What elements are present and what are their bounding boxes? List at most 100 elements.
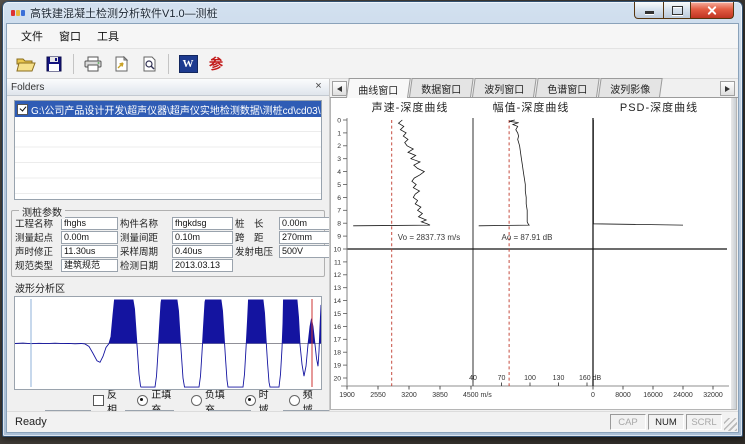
param-field[interactable]: 建筑规范 (61, 259, 118, 272)
indicator-scrl: SCRL (686, 414, 722, 430)
param-label: 测量起点 (15, 230, 59, 244)
print-preview-button[interactable] (136, 51, 162, 77)
folders-panel: Folders × G:\公司产品设计开发\超声仪器\超声仪实地检测数据\测桩c… (7, 79, 330, 411)
depth-curves-chart: 01234567891011121314151617181920声速-深度曲线1… (331, 98, 737, 410)
param-field[interactable]: 11.30us (61, 245, 118, 258)
minimize-icon (645, 11, 654, 14)
svg-text:15: 15 (333, 311, 341, 318)
word-icon: W (179, 55, 198, 73)
close-button[interactable] (690, 2, 734, 19)
param-field[interactable]: 0.00m (279, 217, 330, 230)
svg-text:16000: 16000 (643, 392, 663, 399)
checkbox-icon[interactable] (17, 104, 28, 115)
menu-item-2[interactable]: 工具 (89, 25, 127, 47)
svg-text:10: 10 (333, 246, 341, 253)
toolbar: W 参 (7, 49, 738, 79)
indicator-cap: CAP (610, 414, 646, 430)
printer-icon (84, 56, 102, 72)
svg-text:3: 3 (337, 156, 341, 163)
param-field[interactable]: fhghs (61, 217, 118, 230)
svg-text:Vo = 2837.73 m/s: Vo = 2837.73 m/s (398, 233, 461, 242)
svg-text:0: 0 (337, 117, 341, 124)
svg-text:Ao = 87.91 dB: Ao = 87.91 dB (502, 233, 553, 242)
resize-grip[interactable] (724, 418, 737, 431)
invert-checkbox[interactable] (93, 395, 104, 406)
svg-text:100: 100 (524, 375, 536, 382)
maximize-button[interactable] (664, 2, 690, 19)
waveform-display (14, 296, 322, 390)
tab-scroll-right-button[interactable] (720, 81, 735, 96)
svg-text:2: 2 (337, 143, 341, 150)
tab-label: 波列窗口 (484, 81, 524, 96)
radio-icon[interactable] (245, 395, 256, 406)
menu-bar: 文件窗口工具 (7, 24, 738, 49)
params-button[interactable]: 参 (203, 51, 229, 77)
svg-text:70: 70 (498, 375, 506, 382)
status-bar: Ready CAPNUMSCRL (7, 411, 738, 432)
open-file-button[interactable] (13, 51, 39, 77)
save-icon (46, 56, 62, 72)
svg-text:2550: 2550 (370, 392, 386, 399)
word-export-button[interactable]: W (175, 51, 201, 77)
tab-scroll-left-button[interactable] (332, 81, 347, 96)
preview-icon (141, 56, 157, 72)
waveform-area-label: 波形分析区 (15, 280, 329, 295)
save-button[interactable] (41, 51, 67, 77)
chart-area: 01234567891011121314151617181920声速-深度曲线1… (330, 98, 737, 410)
param-label: 检测日期 (120, 258, 170, 272)
svg-text:13: 13 (333, 285, 341, 292)
param-field[interactable]: 2013.03.13 (172, 259, 233, 272)
tab-scroll-right-icon (725, 86, 730, 92)
tab-label: 曲线窗口 (358, 82, 398, 97)
param-label: 构件名称 (120, 216, 170, 230)
svg-text:24000: 24000 (673, 392, 693, 399)
radio-icon[interactable] (191, 395, 202, 406)
param-label: 桩 长 (235, 216, 277, 230)
svg-text:PSD-深度曲线: PSD-深度曲线 (620, 100, 698, 114)
tab-3[interactable]: 波列窗口 (472, 78, 537, 97)
param-field[interactable]: 270mm (279, 231, 330, 244)
export-button[interactable] (108, 51, 134, 77)
param-field[interactable]: 500V (279, 245, 330, 258)
tab-strip: 曲线窗口 数据窗口 波列窗口色谱窗口波列影像 (330, 79, 738, 98)
param-field[interactable]: fhgkdsg (172, 217, 233, 230)
params-icon: 参 (209, 54, 223, 74)
svg-text:12: 12 (333, 272, 341, 279)
list-item[interactable]: G:\公司产品设计开发\超声仪器\超声仪实地检测数据\测桩cd\cd03\cd0… (15, 101, 321, 117)
svg-text:6: 6 (337, 195, 341, 202)
menu-item-0[interactable]: 文件 (13, 25, 51, 47)
menu-item-1[interactable]: 窗口 (51, 25, 89, 47)
panel-edge (731, 98, 736, 409)
param-label: 跨 距 (235, 230, 277, 244)
desktop: 高铁建混凝土检测分析软件V1.0—测桩 文件窗口工具 (0, 0, 745, 444)
toolbar-separator (168, 54, 169, 74)
minimize-button[interactable] (634, 2, 664, 19)
tab-label: 数据窗口 (421, 81, 461, 96)
param-label: 发射电压 (235, 244, 277, 258)
title-bar[interactable]: 高铁建混凝土检测分析软件V1.0—测桩 (3, 2, 742, 23)
panel-close-icon[interactable]: × (312, 81, 325, 93)
radio-icon[interactable] (289, 395, 300, 406)
svg-text:3850: 3850 (432, 392, 448, 399)
window-title: 高铁建混凝土检测分析软件V1.0—测桩 (30, 5, 218, 21)
svg-text:4: 4 (337, 169, 341, 176)
file-list[interactable]: G:\公司产品设计开发\超声仪器\超声仪实地检测数据\测桩cd\cd03\cd0… (14, 100, 322, 200)
svg-text:17: 17 (333, 337, 341, 344)
svg-text:幅值-深度曲线: 幅值-深度曲线 (493, 100, 570, 114)
svg-text:声速-深度曲线: 声速-深度曲线 (372, 100, 449, 114)
print-button[interactable] (80, 51, 106, 77)
svg-text:4500 m/s: 4500 m/s (463, 392, 492, 399)
param-field[interactable]: 0.10m (172, 231, 233, 244)
tab-4[interactable]: 色谱窗口 (535, 78, 600, 97)
param-field[interactable]: 0.00m (61, 231, 118, 244)
radio-icon[interactable] (137, 395, 148, 406)
app-window: 高铁建混凝土检测分析软件V1.0—测桩 文件窗口工具 (2, 1, 743, 437)
client-area: 文件窗口工具 (6, 23, 739, 433)
tab-1[interactable]: 曲线窗口 (346, 78, 411, 98)
close-icon (707, 5, 717, 15)
tab-5[interactable]: 波列影像 (598, 78, 663, 97)
folders-panel-title: Folders (11, 82, 44, 93)
indicator-num: NUM (648, 414, 684, 430)
tab-2[interactable]: 数据窗口 (409, 78, 474, 97)
param-field[interactable]: 0.40us (172, 245, 233, 258)
